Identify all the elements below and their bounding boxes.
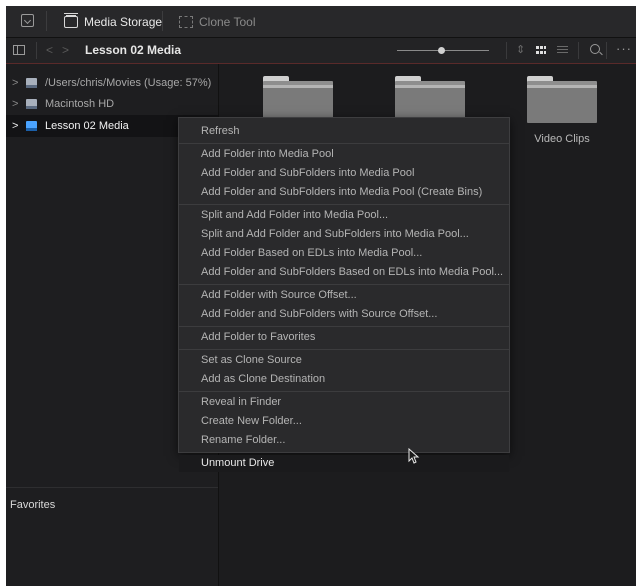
top-toolbar: Media Storage Clone Tool <box>6 6 636 38</box>
forward-arrow-icon[interactable]: > <box>62 43 69 57</box>
menu-separator <box>179 326 509 327</box>
folder-icon-body <box>527 81 597 123</box>
pathbar-divider <box>606 42 607 59</box>
pathbar-divider <box>36 42 37 59</box>
media-storage-button[interactable]: Media Storage <box>64 6 162 37</box>
menu-item[interactable]: Add Folder and SubFolders with Source Of… <box>179 306 509 323</box>
clone-tool-icon <box>179 15 193 28</box>
menu-item[interactable]: Rename Folder... <box>179 432 509 449</box>
list-view-icon[interactable] <box>557 46 568 55</box>
folder-label: Video Clips <box>534 133 590 145</box>
chevron-right-icon[interactable]: > <box>12 98 26 110</box>
menu-separator <box>179 284 509 285</box>
sidebar-item-label: /Users/chris/Movies (Usage: 57%) <box>45 77 212 89</box>
context-menu: Refresh Add Folder into Media Pool Add Fol… <box>178 117 510 472</box>
sidebar-panel-icon[interactable] <box>13 45 25 55</box>
menu-item[interactable]: Add Folder and SubFolders into Media Poo… <box>179 184 509 201</box>
drive-icon <box>26 78 37 88</box>
menu-item[interactable]: Add Folder to Favorites <box>179 329 509 346</box>
panel-toggle-icon[interactable] <box>21 14 34 27</box>
menu-item[interactable]: Add Folder into Media Pool <box>179 146 509 163</box>
menu-separator <box>179 143 509 144</box>
back-arrow-icon[interactable]: < <box>46 43 53 57</box>
menu-item[interactable]: Add Folder and SubFolders Based on EDLs … <box>179 264 509 281</box>
favorites-divider <box>6 487 218 488</box>
menu-item[interactable]: Add Folder Based on EDLs into Media Pool… <box>179 245 509 262</box>
menu-item[interactable]: Refresh <box>179 123 509 140</box>
menu-separator <box>179 204 509 205</box>
sidebar-item-macintosh-hd[interactable]: > Macintosh HD <box>6 93 218 115</box>
current-folder-title: Lesson 02 Media <box>85 43 182 57</box>
thumbnail-view-icon[interactable] <box>536 46 546 55</box>
media-page: Media Storage Clone Tool < > Lesson 02 M… <box>6 6 636 586</box>
menu-item[interactable]: Unmount Drive <box>179 455 509 472</box>
menu-separator <box>179 349 509 350</box>
search-icon[interactable] <box>590 44 600 54</box>
path-bar: < > Lesson 02 Media ⇕ ··· <box>6 38 636 64</box>
menu-separator <box>179 391 509 392</box>
chevron-right-icon[interactable]: > <box>12 120 26 132</box>
sidebar-item-label: Lesson 02 Media <box>45 120 129 132</box>
zoom-slider-knob[interactable] <box>438 47 446 54</box>
menu-item[interactable]: Create New Folder... <box>179 413 509 430</box>
drive-icon <box>26 121 37 131</box>
media-storage-icon <box>64 12 78 28</box>
menu-separator <box>179 452 509 453</box>
toolbar-divider <box>162 11 163 31</box>
sidebar-item-label: Macintosh HD <box>45 98 115 110</box>
sort-icon[interactable]: ⇕ <box>516 43 525 56</box>
clone-tool-label: Clone Tool <box>199 14 256 29</box>
menu-item[interactable]: Set as Clone Source <box>179 352 509 369</box>
sidebar-item-movies[interactable]: > /Users/chris/Movies (Usage: 57%) <box>6 72 218 94</box>
chevron-right-icon[interactable]: > <box>12 77 26 89</box>
toolbar-divider <box>46 11 47 31</box>
favorites-heading: Favorites <box>10 499 56 511</box>
folder-thumbnail-video-clips[interactable] <box>527 76 597 128</box>
menu-item[interactable]: Add Folder with Source Offset... <box>179 287 509 304</box>
menu-item[interactable]: Split and Add Folder and SubFolders into… <box>179 226 509 243</box>
drive-icon <box>26 99 37 109</box>
menu-item[interactable]: Reveal in Finder <box>179 394 509 411</box>
media-storage-label: Media Storage <box>84 14 163 29</box>
pathbar-divider <box>506 42 507 59</box>
menu-item[interactable]: Add as Clone Destination <box>179 371 509 388</box>
pathbar-divider <box>578 42 579 59</box>
clone-tool-button[interactable]: Clone Tool <box>179 6 255 37</box>
menu-item[interactable]: Split and Add Folder into Media Pool... <box>179 207 509 224</box>
menu-item[interactable]: Add Folder and SubFolders into Media Poo… <box>179 165 509 182</box>
more-options-icon[interactable]: ··· <box>616 41 632 56</box>
